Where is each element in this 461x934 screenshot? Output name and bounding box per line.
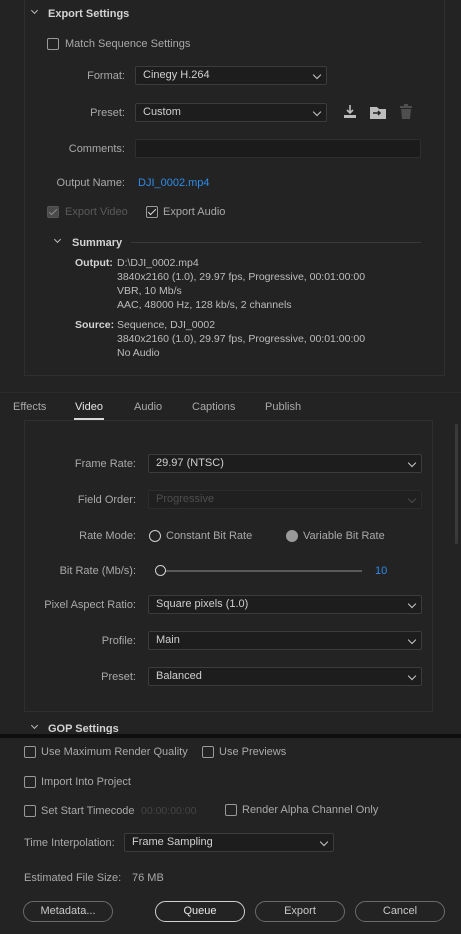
chevron-down-icon — [407, 494, 417, 504]
bit-rate-slider-handle[interactable] — [155, 565, 166, 576]
frame-rate-dropdown[interactable]: 29.97 (NTSC) — [148, 454, 422, 473]
match-sequence-checkbox[interactable] — [47, 38, 59, 50]
use-previews-checkbox[interactable] — [202, 746, 214, 758]
pixel-aspect-dropdown[interactable]: Square pixels (1.0) — [148, 595, 422, 614]
time-interpolation-value: Frame Sampling — [132, 836, 213, 848]
frame-rate-label: Frame Rate: — [74, 458, 136, 470]
bit-rate-value[interactable]: 10 — [375, 565, 387, 577]
summary-output-line: D:\DJI_0002.mp4 — [117, 257, 199, 269]
profile-label: Profile: — [101, 635, 136, 647]
import-preset-icon[interactable] — [369, 104, 387, 120]
trash-icon[interactable] — [399, 104, 413, 120]
video-preset-dropdown[interactable]: Balanced — [148, 667, 422, 686]
tab-effects[interactable]: Effects — [13, 401, 46, 413]
comments-input[interactable] — [135, 139, 421, 158]
summary-source-line: 3840x2160 (1.0), 29.97 fps, Progressive,… — [117, 333, 366, 345]
rate-mode-cbr-label: Constant Bit Rate — [166, 530, 253, 542]
comments-label: Comments: — [68, 143, 125, 155]
summary-source-line: No Audio — [117, 347, 160, 359]
chevron-down-icon — [407, 635, 417, 645]
use-previews-label: Use Previews — [219, 746, 287, 758]
pixel-aspect-value: Square pixels (1.0) — [156, 598, 249, 610]
summary-output-line: 3840x2160 (1.0), 29.97 fps, Progressive,… — [117, 271, 366, 283]
preset-dropdown[interactable]: Custom — [135, 103, 327, 122]
import-into-project-checkbox[interactable] — [24, 776, 36, 788]
chevron-down-icon — [407, 671, 417, 681]
frame-rate-value: 29.97 (NTSC) — [156, 457, 224, 469]
export-video-label: Export Video — [65, 206, 128, 218]
output-name-label: Output Name: — [56, 177, 125, 189]
time-interpolation-label: Time Interpolation: — [24, 837, 115, 849]
output-name-link[interactable]: DJI_0002.mp4 — [138, 177, 210, 189]
field-order-value: Progressive — [156, 493, 215, 505]
field-order-dropdown[interactable]: Progressive — [148, 490, 422, 509]
summary-divider — [131, 242, 421, 243]
import-into-project-label: Import Into Project — [41, 776, 131, 788]
format-label: Format: — [87, 70, 125, 82]
start-timecode-field[interactable]: 00:00:00:00 — [141, 805, 196, 817]
format-value: Cinegy H.264 — [143, 69, 210, 81]
tab-bar-divider-top — [0, 392, 461, 393]
match-sequence-label: Match Sequence Settings — [65, 38, 191, 50]
export-audio-checkbox[interactable] — [146, 206, 158, 218]
video-preset-label: Preset: — [101, 671, 136, 683]
summary-source-label: Source: — [75, 319, 115, 331]
chevron-down-icon — [319, 837, 329, 847]
rate-mode-label: Rate Mode: — [79, 530, 136, 542]
tab-publish[interactable]: Publish — [265, 401, 301, 413]
tab-audio[interactable]: Audio — [134, 401, 162, 413]
rate-mode-vbr-radio[interactable] — [286, 530, 298, 542]
field-order-label: Field Order: — [77, 494, 136, 506]
estimated-file-size-label: Estimated File Size: — [24, 872, 122, 884]
rate-mode-vbr-label: Variable Bit Rate — [303, 530, 385, 542]
cancel-button[interactable]: Cancel — [355, 901, 445, 922]
expand-gop-icon[interactable] — [30, 721, 39, 730]
queue-button[interactable]: Queue — [155, 901, 245, 922]
export-settings-title: Export Settings — [48, 8, 130, 20]
preset-label: Preset: — [90, 107, 125, 119]
pixel-aspect-label: Pixel Aspect Ratio: — [44, 599, 136, 611]
time-interpolation-dropdown[interactable]: Frame Sampling — [124, 833, 334, 852]
chevron-down-icon — [312, 70, 322, 80]
chevron-down-icon — [407, 458, 417, 468]
summary-output-line: VBR, 10 Mb/s — [117, 285, 182, 297]
metadata-button[interactable]: Metadata... — [23, 901, 113, 922]
summary-source-line: Sequence, DJI_0002 — [117, 319, 216, 331]
export-video-checkbox[interactable] — [47, 206, 59, 218]
summary-output-label: Output: — [75, 257, 113, 269]
chevron-down-icon — [407, 599, 417, 609]
tab-video[interactable]: Video — [75, 401, 103, 413]
export-audio-label: Export Audio — [163, 206, 226, 218]
set-start-timecode-label: Set Start Timecode — [41, 805, 135, 817]
chevron-down-icon — [312, 107, 322, 117]
format-dropdown[interactable]: Cinegy H.264 — [135, 66, 327, 85]
bit-rate-slider-track[interactable] — [160, 570, 362, 572]
video-preset-value: Balanced — [156, 670, 202, 682]
tab-captions[interactable]: Captions — [192, 401, 235, 413]
profile-value: Main — [156, 634, 180, 646]
summary-output-line: AAC, 48000 Hz, 128 kb/s, 2 channels — [117, 299, 292, 311]
preset-value: Custom — [143, 106, 181, 118]
save-preset-icon[interactable] — [342, 104, 358, 120]
bottom-divider — [0, 734, 461, 738]
max-render-quality-checkbox[interactable] — [24, 746, 36, 758]
export-button[interactable]: Export — [255, 901, 345, 922]
max-render-quality-label: Use Maximum Render Quality — [41, 746, 188, 758]
estimated-file-size-value: 76 MB — [132, 872, 164, 884]
render-alpha-checkbox[interactable] — [225, 804, 237, 816]
render-alpha-label: Render Alpha Channel Only — [242, 804, 379, 816]
set-start-timecode-checkbox[interactable] — [24, 805, 36, 817]
rate-mode-cbr-radio[interactable] — [149, 530, 161, 542]
bit-rate-label: Bit Rate (Mb/s): — [59, 565, 136, 577]
profile-dropdown[interactable]: Main — [148, 631, 422, 650]
scrollbar-thumb[interactable] — [455, 424, 458, 544]
summary-title: Summary — [72, 237, 123, 249]
